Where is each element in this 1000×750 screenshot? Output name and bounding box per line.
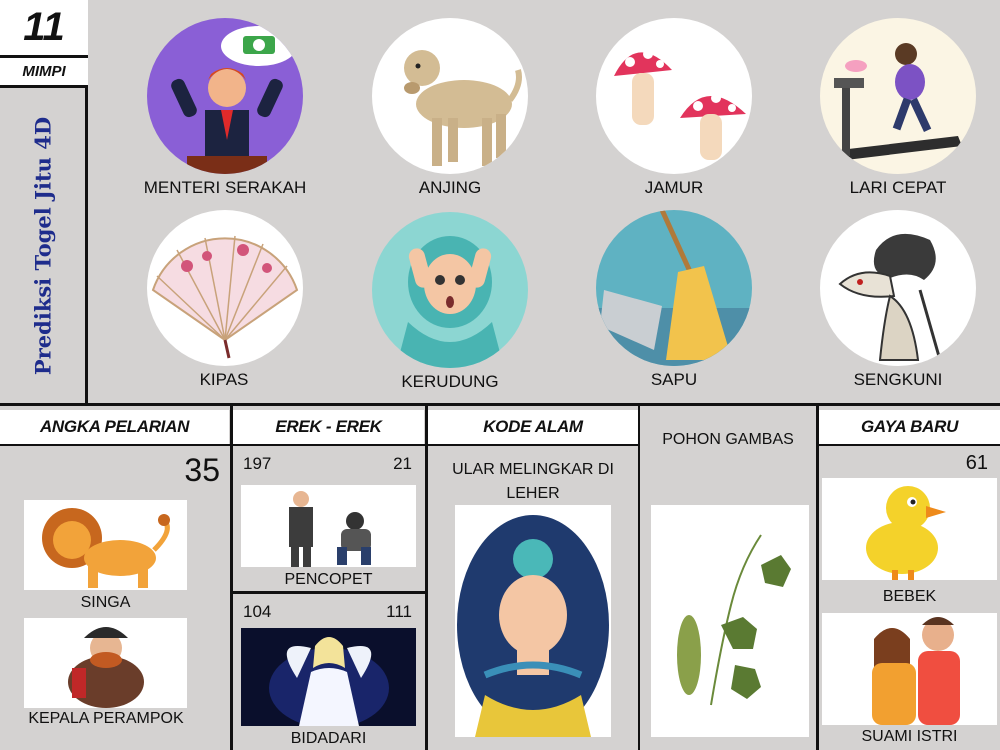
dream-label-sengkuni: SENGKUNI xyxy=(853,370,943,389)
erek-1-left-number: 197 xyxy=(243,454,272,473)
mushroom-icon xyxy=(596,18,752,174)
gaya-baru-number: 61 xyxy=(965,452,988,474)
header-category: MIMPI xyxy=(0,58,88,88)
erek-1-right-number: 21 xyxy=(393,454,412,473)
dream-label-lari: LARI CEPAT xyxy=(849,178,947,197)
duck-icon xyxy=(822,478,997,580)
pohon-caption: POHON GAMBAS xyxy=(662,431,794,448)
angka-pelarian-label-1: SINGA xyxy=(80,594,131,611)
hand-fan-icon xyxy=(147,210,303,366)
erek-1-label: PENCOPET xyxy=(284,571,373,588)
angka-pelarian-number: 35 xyxy=(184,452,220,488)
dream-label-menteri: MENTERI SERAKAH xyxy=(143,178,307,197)
angka-pelarian-label-2: KEPALA PERAMPOK xyxy=(28,710,184,727)
dream-label-anjing: ANJING xyxy=(418,178,482,197)
angel-icon xyxy=(241,628,416,726)
erek-2-left-number: 104 xyxy=(243,602,272,621)
top-divider xyxy=(0,403,1000,406)
wayang-puppet-icon xyxy=(820,210,976,366)
gaya-baru-label-1: BEBEK xyxy=(882,588,937,605)
vertical-title: Prediksi Togel Jitu 4D xyxy=(30,96,56,396)
vertical-title-text: Prediksi Togel Jitu 4D xyxy=(30,116,56,376)
erek-erek-title: EREK - EREK xyxy=(233,410,424,444)
pickpocket-icon xyxy=(241,485,416,567)
dream-label-jamur: JAMUR xyxy=(644,178,704,197)
couple-icon xyxy=(822,613,997,725)
erek-2-right-number: 111 xyxy=(386,602,412,621)
gaya-baru-label-2: SUAMI ISTRI xyxy=(861,728,958,745)
dream-label-sapu: SAPU xyxy=(650,370,698,389)
treadmill-runner-icon xyxy=(820,18,976,174)
dream-label-kerudung: KERUDUNG xyxy=(401,372,499,391)
broom-icon xyxy=(596,210,752,366)
header-number: 11 xyxy=(0,0,88,58)
gaya-baru-title: GAYA BARU xyxy=(819,410,1000,444)
dream-label-kipas: KIPAS xyxy=(199,370,249,389)
hijab-girl-icon xyxy=(372,212,528,368)
kode-alam-caption: ULAR MELINGKAR DI LEHER xyxy=(452,461,614,502)
greedy-minister-icon xyxy=(147,18,303,174)
luffa-plant-icon xyxy=(651,505,809,737)
lion-icon xyxy=(24,500,187,590)
pirate-chief-icon xyxy=(24,618,187,708)
angka-pelarian-title: ANGKA PELARIAN xyxy=(0,410,229,444)
erek-2-label: BIDADARI xyxy=(290,730,367,747)
dog-icon xyxy=(372,18,528,174)
snake-around-neck-icon xyxy=(455,505,611,737)
kode-alam-title: KODE ALAM xyxy=(428,410,638,444)
